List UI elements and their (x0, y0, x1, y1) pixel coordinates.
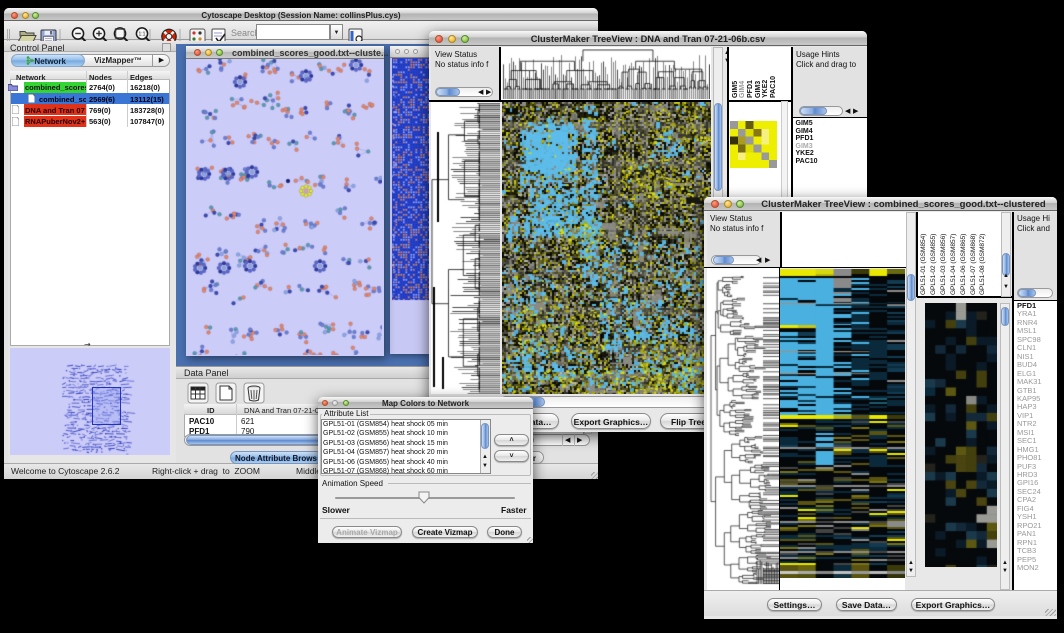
svg-text:1:1: 1:1 (139, 32, 146, 38)
